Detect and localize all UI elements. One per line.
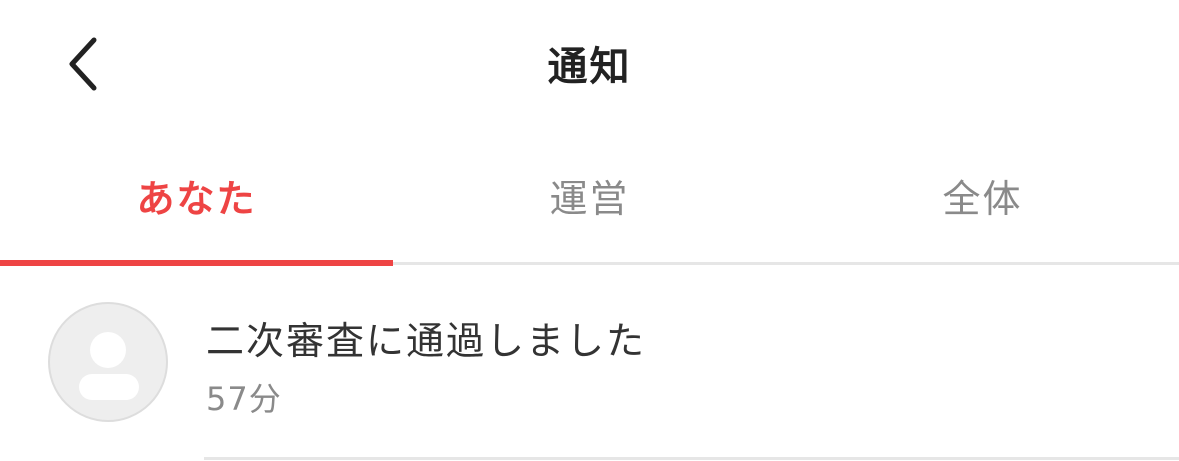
- notification-item[interactable]: 二次審査に通過しました 57分: [0, 266, 1179, 461]
- item-divider: [204, 457, 1179, 460]
- page-title: 通知: [547, 44, 632, 90]
- tab-bar: あなた 運営 全体: [0, 128, 1179, 266]
- notifications-screen: 通知 あなた 運営 全体 二次審査に通過しました 57分: [0, 0, 1179, 461]
- tab-all[interactable]: 全体: [786, 128, 1179, 262]
- tab-operator[interactable]: 運営: [393, 128, 786, 262]
- header: 通知: [0, 0, 1179, 128]
- user-placeholder-icon: [79, 332, 139, 400]
- notification-title: 二次審査に通過しました: [206, 319, 647, 363]
- notification-time: 57分: [206, 380, 282, 418]
- tab-you[interactable]: あなた: [0, 128, 393, 262]
- avatar: [48, 302, 168, 422]
